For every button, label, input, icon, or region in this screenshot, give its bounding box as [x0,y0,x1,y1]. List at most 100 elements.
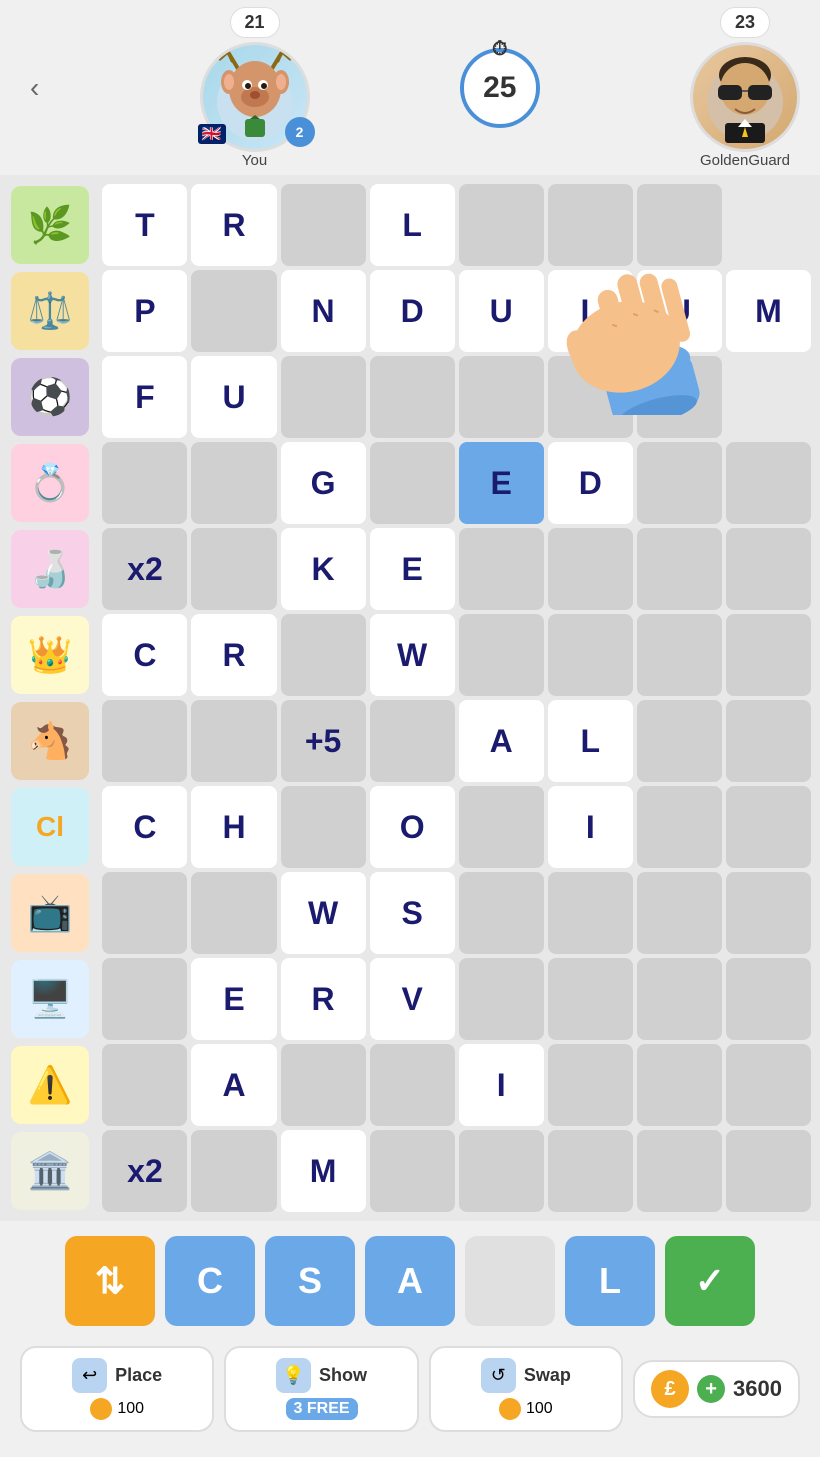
cell-11-3[interactable]: M [281,1130,366,1212]
clue-image-8: 📺 [9,872,98,954]
cell-10-5[interactable]: I [459,1044,544,1126]
shuffle-button[interactable]: ⇅ [65,1236,155,1326]
cell-10-2[interactable]: A [191,1044,276,1126]
tile-s[interactable]: S [265,1236,355,1326]
grid-row-3: 💍 G E D [9,442,811,524]
cell-8-2 [191,872,276,954]
cell-7-4[interactable]: O [370,786,455,868]
coins-plus-button[interactable]: + [697,1375,725,1403]
cell-1-7[interactable]: U [637,270,722,352]
cell-2-1[interactable]: F [102,356,187,438]
place-cost: 100 [90,1398,144,1420]
clue-image-3: 💍 [9,442,98,524]
cell-0-5 [459,184,544,266]
clue-image-10: ⚠️ [9,1044,98,1126]
cell-4-4[interactable]: E [370,528,455,610]
cell-6-8 [726,700,811,782]
grid-row-8: 📺 W S [9,872,811,954]
show-free-count: 3 [294,1400,303,1417]
cell-8-3[interactable]: W [281,872,366,954]
cell-11-7 [637,1130,722,1212]
cell-4-2 [191,528,276,610]
cell-5-3 [281,614,366,696]
cell-5-2[interactable]: R [191,614,276,696]
place-cost-value: 100 [117,1400,144,1418]
cell-0-6 [548,184,633,266]
cell-3-6[interactable]: D [548,442,633,524]
grid-row-11: 🏛️ x2 M [9,1130,811,1212]
cell-7-2[interactable]: H [191,786,276,868]
cell-7-1[interactable]: C [102,786,187,868]
cell-4-3[interactable]: K [281,528,366,610]
cell-2-2[interactable]: U [191,356,276,438]
cell-11-8 [726,1130,811,1212]
cell-5-1[interactable]: C [102,614,187,696]
show-button[interactable]: 💡 Show 3 FREE [224,1346,418,1432]
grid-table: 🌿 T R L ⚖️ P N [5,180,815,1216]
cell-10-7 [637,1044,722,1126]
show-free-label: FREE [307,1400,350,1417]
swap-label: Swap [524,1365,571,1386]
confirm-button[interactable]: ✓ [665,1236,755,1326]
back-button[interactable]: ‹ [20,62,49,114]
cell-7-6[interactable]: I [548,786,633,868]
tile-row: ⇅ C S A L ✓ [10,1236,810,1326]
grid-row-10: ⚠️ A I [9,1044,811,1126]
cell-0-7 [637,184,722,266]
grid-row-7: Cl C H O I [9,786,811,868]
tile-l[interactable]: L [565,1236,655,1326]
show-free: 3 FREE [286,1398,358,1420]
cell-6-7 [637,700,722,782]
cell-10-4 [370,1044,455,1126]
cell-10-8 [726,1044,811,1126]
swap-icon: ↺ [481,1358,516,1393]
timer-display: ⏱ 25 [460,48,540,128]
cell-4-6 [548,528,633,610]
cell-1-3[interactable]: N [281,270,366,352]
cell-9-6 [548,958,633,1040]
tile-a[interactable]: A [365,1236,455,1326]
cell-0-1[interactable]: T [102,184,187,266]
cell-7-7 [637,786,722,868]
cell-6-3-hint: +5 [281,700,366,782]
clue-image-4: 🍶 [9,528,98,610]
cell-6-5[interactable]: A [459,700,544,782]
game-grid: 🌿 T R L ⚖️ P N [0,175,820,1221]
tile-c[interactable]: C [165,1236,255,1326]
cell-6-6[interactable]: L [548,700,633,782]
cell-5-4[interactable]: W [370,614,455,696]
cell-1-5[interactable]: U [459,270,544,352]
cell-3-4 [370,442,455,524]
tile-empty[interactable] [465,1236,555,1326]
player-opp-name: GoldenGuard [700,152,790,169]
cell-1-6[interactable]: L [548,270,633,352]
cell-0-4[interactable]: L [370,184,455,266]
confirm-icon: ✓ [695,1260,725,1302]
grid-row-9: 🖥️ E R V [9,958,811,1040]
coins-icon: £ [651,1370,689,1408]
cell-1-8[interactable]: M [726,270,811,352]
cell-9-3[interactable]: R [281,958,366,1040]
cell-2-4 [370,356,455,438]
cell-11-4 [370,1130,455,1212]
cell-9-4[interactable]: V [370,958,455,1040]
cell-1-1[interactable]: P [102,270,187,352]
place-coin-icon [90,1398,112,1420]
player-opp-score: 23 [720,7,770,38]
cell-0-2[interactable]: R [191,184,276,266]
cell-3-5-blue[interactable]: E [459,442,544,524]
place-button[interactable]: ↩ Place 100 [20,1346,214,1432]
show-free-badge: 3 FREE [286,1398,358,1420]
coins-amount: 3600 [733,1376,782,1402]
swap-button[interactable]: ↺ Swap 100 [429,1346,623,1432]
cell-8-4[interactable]: S [370,872,455,954]
cell-1-4[interactable]: D [370,270,455,352]
player-you-section: 21 [200,7,310,169]
tile-s-label: S [298,1260,322,1302]
clue-image-11: 🏛️ [9,1130,98,1212]
cell-9-2[interactable]: E [191,958,276,1040]
clue-image-9: 🖥️ [9,958,98,1040]
cell-3-3[interactable]: G [281,442,366,524]
clue-image-1: ⚖️ [9,270,98,352]
player-you-flag: 🇬🇧 [198,124,226,144]
